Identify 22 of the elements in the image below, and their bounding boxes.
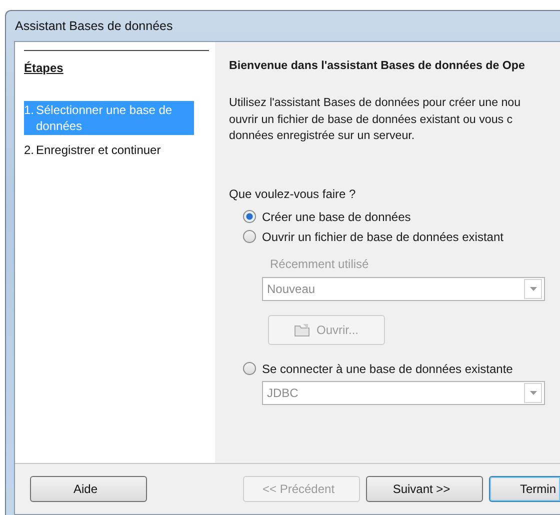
window-title: Assistant Bases de données bbox=[15, 19, 173, 33]
recent-label: Récemment utilisé bbox=[270, 256, 369, 270]
intro-text-line: données enregistrée sur un serveur. bbox=[229, 128, 416, 144]
folder-icon bbox=[294, 322, 310, 336]
wizard-button[interactable]: Termin bbox=[489, 476, 560, 502]
wizard-button[interactable]: Aide bbox=[30, 476, 147, 502]
step-item[interactable]: 1. Sélectionner une base de données bbox=[24, 101, 194, 135]
caret-icon bbox=[530, 286, 536, 290]
radio-button[interactable] bbox=[243, 230, 256, 243]
radio-button[interactable] bbox=[243, 362, 256, 375]
question-label: Que voulez-vous faire ? bbox=[229, 186, 357, 200]
page-heading: Bienvenue dans l'assistant Bases de données de Ope bbox=[229, 59, 526, 72]
radio-label: Se connecter à une base de données existante bbox=[262, 362, 513, 376]
intro-text-line: Utilisez l'assistant Bases de données pour créer une nou bbox=[229, 95, 522, 111]
steps-heading: Étapes bbox=[24, 61, 64, 75]
wizard-button[interactable]: Suivant >> bbox=[366, 476, 483, 502]
intro-text-line: ouvrir un fichier de base de données existant ou vous c bbox=[229, 112, 514, 128]
radio-label: Créer une base de données bbox=[262, 210, 411, 224]
caret-icon bbox=[530, 390, 536, 394]
radio-button[interactable] bbox=[243, 210, 256, 223]
step-item[interactable]: 2. Enregistrer et continuer bbox=[24, 141, 194, 159]
radio-label: Ouvrir un fichier de base de données existant bbox=[262, 230, 504, 244]
